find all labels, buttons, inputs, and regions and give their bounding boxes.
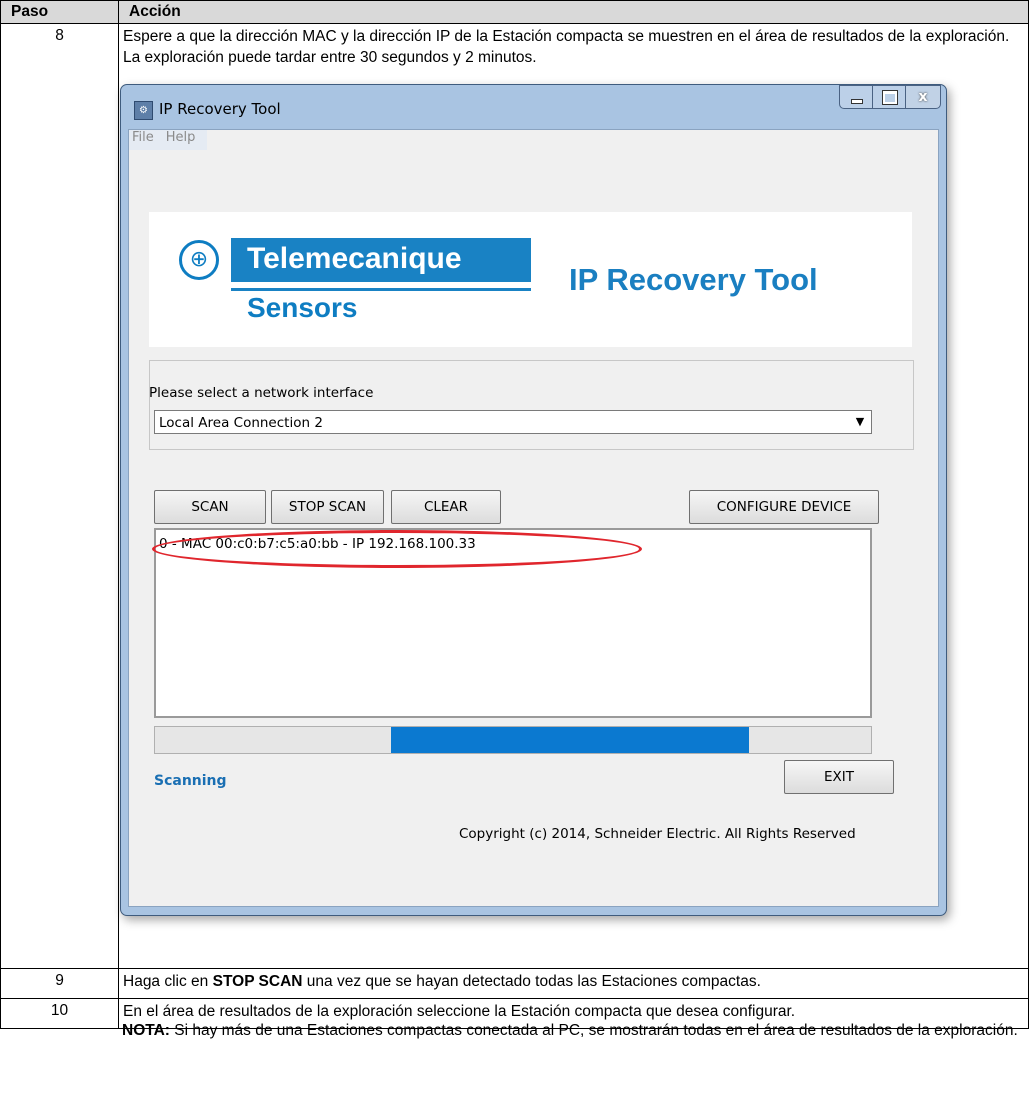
step-number: 9 bbox=[0, 968, 119, 999]
scan-button[interactable]: SCAN bbox=[154, 490, 266, 524]
app-window: ⚙ IP Recovery Tool x File Help ⊕ Telemeca… bbox=[120, 84, 947, 916]
exit-button[interactable]: EXIT bbox=[784, 760, 894, 794]
configure-device-button[interactable]: CONFIGURE DEVICE bbox=[689, 490, 879, 524]
chevron-down-icon[interactable]: ▼ bbox=[853, 414, 867, 430]
window-client: File Help ⊕ Telemecanique Sensors IP Reco… bbox=[128, 129, 939, 907]
note-label: NOTA: bbox=[122, 1022, 170, 1039]
progress-fill bbox=[391, 727, 750, 753]
step-text: una vez que se hayan detectado todas las… bbox=[302, 973, 761, 990]
action-cell: Haga clic en STOP SCAN una vez que se ha… bbox=[118, 968, 1029, 999]
brand-banner: ⊕ Telemecanique Sensors IP Recovery Tool bbox=[149, 212, 912, 347]
product-title: IP Recovery Tool bbox=[569, 262, 818, 297]
interface-label: Please select a network interface bbox=[149, 385, 374, 401]
menu-bar: File Help bbox=[129, 130, 208, 150]
table-row: 9 Haga clic en STOP SCAN una vez que se … bbox=[0, 968, 1029, 999]
step-instruction: Espere a que la dirección MAC y la direc… bbox=[123, 28, 1010, 66]
note: NOTA: Si hay más de una Estaciones compa… bbox=[122, 1020, 1022, 1042]
title-bar[interactable]: ⚙ IP Recovery Tool x bbox=[121, 85, 946, 129]
window-title: IP Recovery Tool bbox=[159, 100, 281, 118]
status-text: Scanning bbox=[154, 773, 227, 789]
step-text: Haga clic en bbox=[123, 973, 213, 990]
maximize-button[interactable] bbox=[872, 85, 906, 109]
interface-value: Local Area Connection 2 bbox=[159, 415, 323, 431]
brand-underline bbox=[231, 288, 531, 291]
close-icon: x bbox=[918, 89, 928, 105]
scan-progress-bar bbox=[154, 726, 872, 754]
brand-emblem-icon: ⊕ bbox=[179, 240, 219, 280]
brand-logo-sub: Sensors bbox=[247, 292, 358, 323]
step-number: 10 bbox=[0, 998, 119, 1029]
header-action: Acción bbox=[118, 0, 1029, 24]
interface-select[interactable]: Local Area Connection 2 ▼ bbox=[154, 410, 872, 434]
highlight-ellipse bbox=[152, 530, 642, 568]
step-number: 8 bbox=[0, 23, 119, 969]
interface-group bbox=[149, 360, 914, 450]
scan-results-list[interactable]: 0 - MAC 00:c0:b7:c5:a0:bb - IP 192.168.1… bbox=[152, 528, 872, 718]
copyright-text: Copyright (c) 2014, Schneider Electric. … bbox=[459, 826, 856, 842]
tool-icon: ⚙ bbox=[134, 101, 153, 120]
stop-scan-button[interactable]: STOP SCAN bbox=[271, 490, 384, 524]
note-text: Si hay más de una Estaciones compactas c… bbox=[169, 1022, 1018, 1039]
brand-logo-word: Telemecanique bbox=[231, 238, 531, 282]
clear-button[interactable]: CLEAR bbox=[391, 490, 501, 524]
menu-file[interactable]: File bbox=[132, 130, 154, 145]
header-step: Paso bbox=[0, 0, 119, 24]
step-keyword: STOP SCAN bbox=[212, 973, 303, 990]
minimize-button[interactable] bbox=[839, 85, 873, 109]
close-button[interactable]: x bbox=[905, 85, 941, 109]
menu-help[interactable]: Help bbox=[166, 130, 196, 145]
